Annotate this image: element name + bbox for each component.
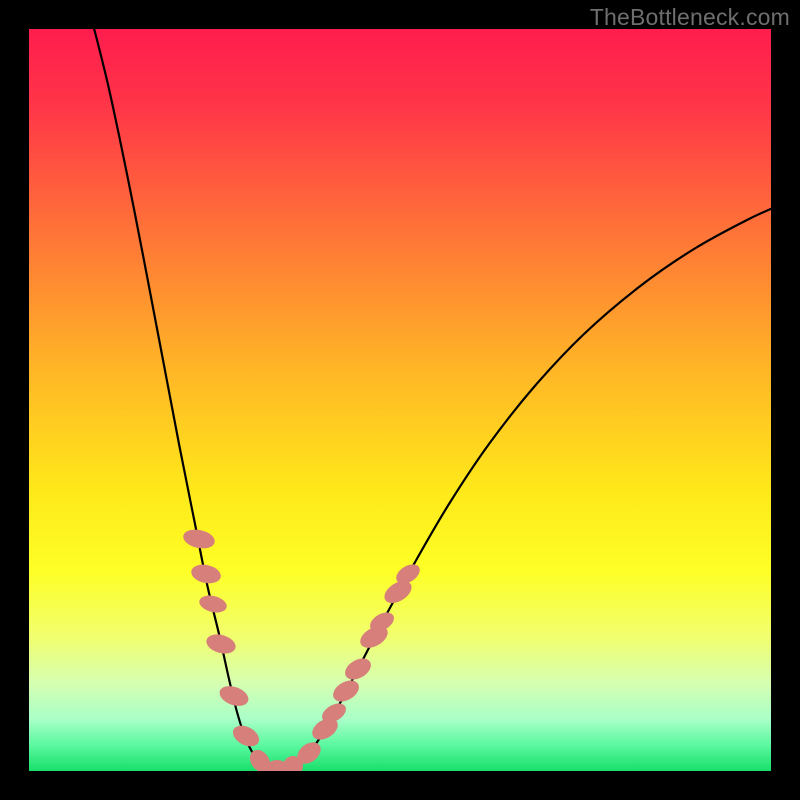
curve-marker bbox=[341, 654, 374, 684]
curve-marker bbox=[181, 527, 216, 551]
plot-area bbox=[29, 29, 771, 771]
bottleneck-curve bbox=[29, 29, 771, 771]
watermark-text: TheBottleneck.com bbox=[590, 4, 790, 31]
curve-marker bbox=[329, 676, 362, 706]
curve-marker bbox=[189, 562, 222, 586]
curve-marker bbox=[229, 721, 262, 750]
curve-path bbox=[89, 29, 771, 770]
curve-marker bbox=[217, 682, 251, 709]
outer-frame: TheBottleneck.com bbox=[0, 0, 800, 800]
curve-markers bbox=[181, 527, 423, 771]
curve-marker bbox=[204, 631, 238, 657]
curve-marker bbox=[197, 593, 228, 615]
